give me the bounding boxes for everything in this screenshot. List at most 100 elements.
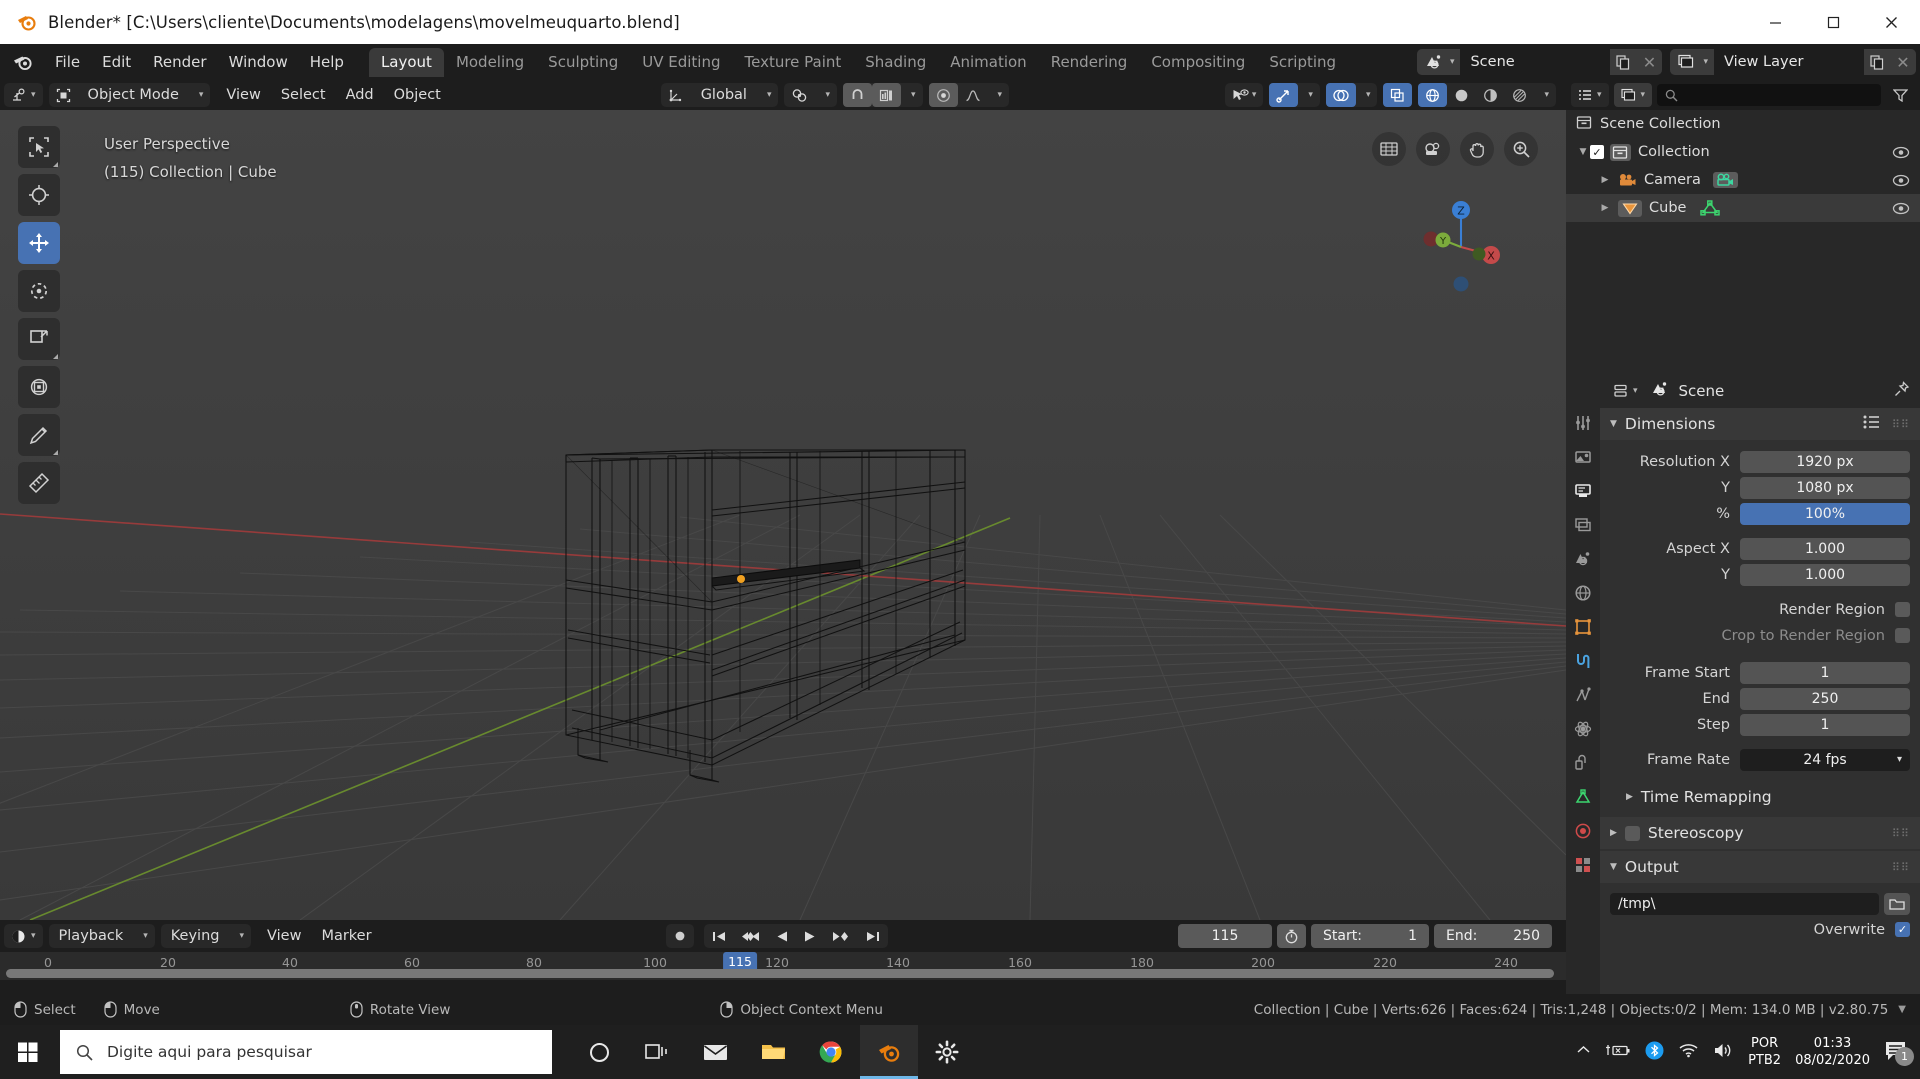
workspace-tab-uv-editing[interactable]: UV Editing (630, 48, 732, 77)
outliner-row-collection[interactable]: ▼ ✓ Collection (1566, 138, 1920, 166)
workspace-tab-modeling[interactable]: Modeling (444, 48, 536, 77)
playback-controls[interactable] (703, 924, 888, 948)
toggle-camera-view-icon[interactable] (1416, 132, 1450, 166)
play-reverse-button[interactable] (768, 924, 796, 948)
browse-output-folder-icon[interactable] (1884, 892, 1910, 915)
aspect-y-field[interactable]: 1.000 (1740, 563, 1910, 586)
viewport-menu-view[interactable]: View (216, 83, 270, 107)
jump-to-previous-keyframe-button[interactable] (734, 924, 768, 948)
disclosure-triangle-right-icon[interactable]: ▶ (1598, 203, 1612, 213)
viewport-menu-object[interactable]: Object (384, 83, 451, 107)
task-view-icon[interactable] (628, 1025, 686, 1079)
snapping-group[interactable]: ▾ (843, 83, 923, 107)
visibility-eye-icon[interactable] (1892, 146, 1910, 159)
xray-group[interactable] (1383, 83, 1413, 107)
playback-menu[interactable]: Playback ▾ (48, 924, 155, 948)
timeline-editor-icon[interactable]: ▾ (4, 924, 43, 948)
outliner-editor-type-icon[interactable]: ▾ (1571, 83, 1609, 107)
chevron-down-icon[interactable]: ▾ (1298, 83, 1320, 107)
timeline-menu-keying[interactable]: Keying (161, 924, 230, 948)
notifications-button[interactable]: 1 (1884, 1040, 1914, 1066)
frame-rate-dropdown[interactable]: 24 fps ▾ (1740, 748, 1910, 771)
timeline-menu-playback[interactable]: Playback (49, 924, 134, 948)
viewport-3d[interactable]: ▾ Object Mode ▾ View Select Add Object G… (0, 80, 1566, 920)
frame-end-field[interactable]: End: 250 (1434, 924, 1552, 948)
timeline-menu-marker[interactable]: Marker (311, 924, 381, 948)
properties-tab-physics-icon[interactable] (1572, 718, 1594, 740)
gizmos-group[interactable]: ▾ (1269, 83, 1320, 107)
tool-annotate[interactable] (18, 414, 60, 456)
toggle-xray-icon[interactable] (1383, 83, 1413, 107)
workspace-tab-shading[interactable]: Shading (853, 48, 938, 77)
proportional-editing-icon[interactable] (928, 83, 958, 107)
tool-measure[interactable] (18, 462, 60, 504)
properties-editor[interactable]: ▾ Scene ▼ Dimensions ⠿⠿ Resolution X 192… (1566, 374, 1920, 994)
wifi-icon[interactable] (1678, 1042, 1699, 1062)
properties-tab-particles-icon[interactable] (1572, 684, 1594, 706)
pivot-point-icon[interactable] (784, 83, 815, 107)
output-path-field[interactable]: /tmp\ (1610, 892, 1879, 915)
menu-edit[interactable]: Edit (91, 49, 142, 75)
pin-id-icon[interactable] (1893, 380, 1910, 402)
aspect-x-field[interactable]: 1.000 (1740, 537, 1910, 560)
snap-target-icon[interactable] (872, 83, 902, 107)
tool-scale[interactable] (18, 318, 60, 360)
auto-keying-group[interactable] (665, 924, 694, 948)
close-button[interactable] (1862, 0, 1920, 44)
frame-start-field[interactable]: 1 (1740, 661, 1910, 684)
workspace-tab-layout[interactable]: Layout (368, 47, 444, 77)
blender-logo-icon[interactable] (12, 51, 34, 73)
interaction-mode-selector[interactable]: Object Mode ▾ (48, 83, 211, 107)
disclosure-triangle-right-icon[interactable]: ▶ (1598, 175, 1612, 185)
visibility-eye-icon[interactable] (1892, 174, 1910, 187)
tool-cursor[interactable] (18, 174, 60, 216)
scene-selector[interactable]: ▾ Scene ✕ (1416, 49, 1663, 75)
interaction-mode-label[interactable]: Object Mode (78, 83, 189, 107)
settings-icon[interactable] (918, 1025, 976, 1079)
resolution-percentage-field[interactable]: 100% (1740, 502, 1910, 525)
taskbar-search-input[interactable]: Digite aqui para pesquisar (60, 1030, 552, 1074)
workspace-tab-rendering[interactable]: Rendering (1039, 48, 1140, 77)
chevron-down-icon[interactable]: ▾ (1534, 83, 1556, 107)
battery-icon[interactable] (1605, 1043, 1631, 1062)
toggle-orthographic-icon[interactable] (1372, 132, 1406, 166)
viewport-axis-gizmo[interactable]: Z X Y (1406, 192, 1516, 302)
viewport-menu-select[interactable]: Select (271, 83, 336, 107)
maximize-button[interactable] (1804, 0, 1862, 44)
properties-editor-type-icon[interactable]: ▾ (1610, 379, 1642, 403)
show-gizmo-icon[interactable] (1269, 83, 1299, 107)
overwrite-checkbox[interactable]: ✓ (1895, 922, 1910, 937)
menu-help[interactable]: Help (299, 49, 355, 75)
camera-data-icon[interactable] (1712, 172, 1738, 188)
collection-checkbox[interactable]: ✓ (1590, 145, 1604, 159)
rendered-shading-icon[interactable] (1505, 83, 1534, 107)
start-button[interactable] (0, 1025, 56, 1079)
properties-tab-texture-icon[interactable] (1572, 854, 1594, 876)
timeline-editor[interactable]: ▾ Playback ▾ Keying ▾ View Marker 115 St… (0, 920, 1566, 980)
bluetooth-icon[interactable] (1645, 1041, 1664, 1064)
workspace-tab-texture-paint[interactable]: Texture Paint (732, 48, 853, 77)
menu-file[interactable]: File (44, 49, 91, 75)
properties-tab-data-icon[interactable] (1572, 786, 1594, 808)
remove-view-layer-button[interactable]: ✕ (1890, 49, 1916, 75)
object-visibility-icon[interactable]: ▾ (1225, 83, 1264, 107)
keying-menu[interactable]: Keying ▾ (160, 924, 252, 948)
jump-to-next-keyframe-button[interactable] (824, 924, 858, 948)
render-region-checkbox[interactable] (1895, 602, 1910, 617)
chevron-up-icon[interactable] (1576, 1044, 1591, 1060)
new-scene-button[interactable] (1610, 49, 1637, 75)
shading-mode-group[interactable]: ▾ (1418, 83, 1557, 107)
unlink-scene-button[interactable]: ✕ (1636, 49, 1663, 75)
proportional-editing-group[interactable]: ▾ (928, 83, 1010, 107)
zoom-view-icon[interactable] (1504, 132, 1538, 166)
wireframe-shading-icon[interactable] (1418, 83, 1448, 107)
frame-step-field[interactable]: 1 (1740, 713, 1910, 736)
mesh-data-icon[interactable] (1700, 200, 1721, 216)
auto-keying-record-icon[interactable] (666, 924, 694, 948)
properties-tab-scene-icon[interactable] (1572, 548, 1594, 570)
proportional-falloff-icon[interactable] (958, 83, 988, 107)
visibility-group[interactable]: ▾ (1224, 83, 1264, 107)
jump-to-end-button[interactable] (858, 924, 888, 948)
properties-tab-constraints-icon[interactable] (1572, 752, 1594, 774)
volume-icon[interactable] (1713, 1042, 1734, 1063)
